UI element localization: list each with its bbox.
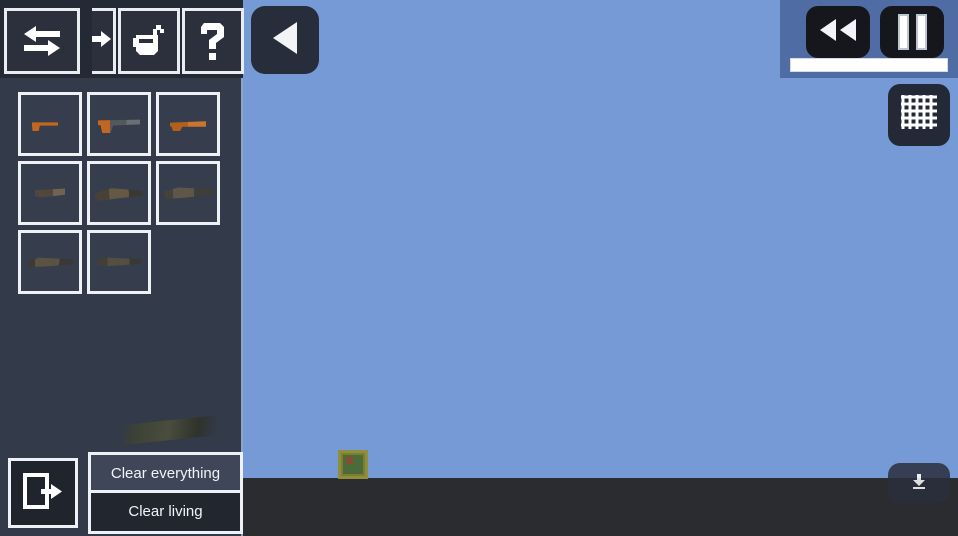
paint-tool-button[interactable] bbox=[118, 7, 180, 74]
item-slot-assault-rifle[interactable] bbox=[87, 161, 151, 225]
swap-tool-button[interactable] bbox=[4, 7, 80, 74]
clear-everything-button[interactable]: Clear everything bbox=[91, 455, 240, 493]
download-button[interactable] bbox=[888, 463, 950, 503]
item-slot-submachine-gun[interactable] bbox=[87, 92, 151, 156]
triangle-left-icon bbox=[267, 18, 303, 63]
shotgun-icon bbox=[97, 257, 141, 266]
item-slot-sniper-rifle[interactable] bbox=[18, 230, 82, 294]
pause-icon bbox=[897, 14, 927, 50]
weapon-item-grid bbox=[18, 92, 234, 294]
held-weapon-sprite bbox=[111, 413, 231, 447]
battle-rifle-icon bbox=[163, 187, 213, 199]
sidebar-toolbar bbox=[0, 0, 244, 78]
world-object-crate[interactable] bbox=[338, 450, 368, 479]
item-slot-battle-rifle[interactable] bbox=[156, 161, 220, 225]
game-screen: Clear everything Clear living bbox=[0, 0, 958, 536]
item-slot-revolver[interactable] bbox=[156, 92, 220, 156]
clear-living-button[interactable]: Clear living bbox=[91, 493, 240, 531]
pistol-icon bbox=[32, 122, 58, 131]
submachine-gun-icon bbox=[98, 119, 140, 133]
sidebar-panel: Clear everything Clear living bbox=[0, 0, 244, 536]
collapse-panel-button[interactable] bbox=[251, 6, 319, 74]
speed-slider[interactable] bbox=[790, 58, 948, 72]
question-mark-icon bbox=[198, 19, 228, 63]
paint-bucket-icon bbox=[130, 22, 168, 60]
pause-button[interactable] bbox=[880, 6, 944, 58]
rewind-button[interactable] bbox=[806, 6, 870, 58]
toggle-grid-button[interactable] bbox=[888, 84, 950, 146]
revolver-icon bbox=[170, 121, 206, 131]
exit-door-icon bbox=[21, 471, 65, 516]
playback-controls bbox=[780, 0, 958, 78]
arrow-right-icon bbox=[92, 28, 113, 54]
exit-button[interactable] bbox=[8, 458, 78, 528]
swap-arrows-icon bbox=[22, 24, 62, 58]
help-tool-button[interactable] bbox=[182, 7, 244, 74]
insert-tool-button[interactable] bbox=[92, 7, 116, 74]
clear-buttons-group: Clear everything Clear living bbox=[88, 452, 243, 534]
item-slot-shotgun[interactable] bbox=[87, 230, 151, 294]
item-slot-carbine[interactable] bbox=[18, 161, 82, 225]
assault-rifle-icon bbox=[95, 188, 143, 201]
download-icon bbox=[910, 472, 928, 495]
crate-detail bbox=[346, 457, 353, 464]
grid-icon bbox=[899, 93, 939, 138]
rewind-icon bbox=[816, 17, 860, 48]
sniper-rifle-icon bbox=[27, 257, 73, 268]
item-slot-pistol[interactable] bbox=[18, 92, 82, 156]
carbine-icon bbox=[35, 188, 65, 198]
